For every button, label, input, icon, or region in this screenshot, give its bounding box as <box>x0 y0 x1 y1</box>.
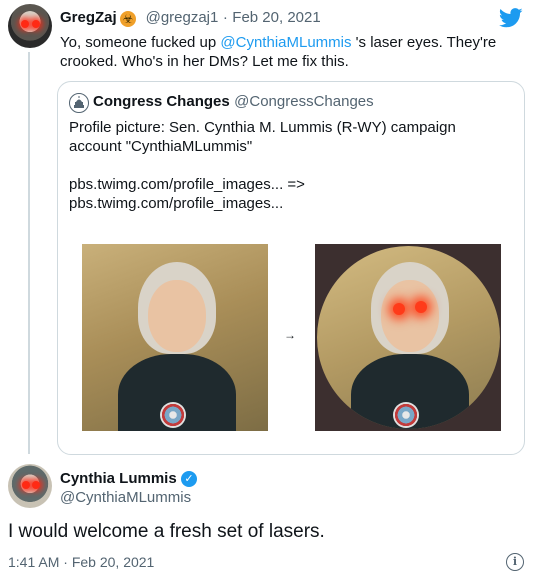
quote-display-name[interactable]: Congress Changes <box>93 93 230 110</box>
tweet1-header: GregZaj @gregzaj1 · Feb 20, 2021 <box>60 9 321 27</box>
laser-eye-left <box>393 303 405 315</box>
pendant <box>160 402 186 428</box>
biohazard-icon: ☣ <box>120 11 136 27</box>
tweet1-date[interactable]: Feb 20, 2021 <box>232 9 320 26</box>
quote-text-line2: account "CynthiaMLummis" <box>69 138 253 155</box>
reply-handle[interactable]: @CynthiaMLummis <box>60 489 191 506</box>
tweet1-text: Yo, someone fucked up @CynthiaMLummis 's… <box>60 33 525 71</box>
reply-time[interactable]: 1:41 AM <box>8 554 59 570</box>
laser-eye-left <box>21 20 29 28</box>
quote-link-line2[interactable]: pbs.twimg.com/profile_images... <box>69 194 509 213</box>
quote-link-line1[interactable]: pbs.twimg.com/profile_images... => <box>69 175 509 194</box>
reply-text: I would welcome a fresh set of lasers. <box>8 521 325 542</box>
quoted-tweet-card[interactable]: Congress Changes @CongressChanges Profil… <box>57 81 525 455</box>
person-face <box>148 280 206 352</box>
avatar-gregzaj[interactable] <box>8 4 52 48</box>
thread-connector <box>28 52 30 454</box>
person-face <box>381 280 439 352</box>
quote-handle[interactable]: @CongressChanges <box>234 93 373 110</box>
old-profile-picture[interactable] <box>82 244 268 431</box>
tweet1-text-part1: Yo, someone fucked up <box>60 34 221 51</box>
laser-eye-right <box>415 301 427 313</box>
tweet1-handle[interactable]: @gregzaj1 <box>146 9 219 26</box>
reply-display-name[interactable]: Cynthia Lummis <box>60 470 177 487</box>
quote-header: Congress Changes @CongressChanges <box>93 93 374 111</box>
circular-crop <box>317 246 500 429</box>
verified-badge-icon: ✓ <box>181 471 197 487</box>
arrow-icon: → <box>284 328 296 342</box>
reply-timestamp: 1:41 AM · Feb 20, 2021 <box>8 554 154 570</box>
laser-eye-left <box>22 481 30 489</box>
quote-text: Profile picture: Sen. Cynthia M. Lummis … <box>69 118 509 213</box>
quote-text-line1: Profile picture: Sen. Cynthia M. Lummis … <box>69 119 456 136</box>
reply-date[interactable]: Feb 20, 2021 <box>72 554 155 570</box>
capitol-icon <box>69 93 89 113</box>
tweet1-display-name[interactable]: GregZaj <box>60 9 117 26</box>
mention-link[interactable]: @CynthiaMLummis <box>220 34 351 51</box>
reply-header: Cynthia Lummis <box>60 470 177 488</box>
laser-eye-right <box>32 20 40 28</box>
twitter-bird-icon[interactable] <box>499 8 523 28</box>
avatar-cynthia-lummis[interactable] <box>8 464 52 508</box>
laser-eye-right <box>32 481 40 489</box>
pendant <box>393 402 419 428</box>
info-icon[interactable]: i <box>506 553 524 571</box>
tweet1-separator: · <box>222 9 228 26</box>
reply-separator: · <box>63 554 68 570</box>
new-profile-picture[interactable] <box>315 244 501 431</box>
